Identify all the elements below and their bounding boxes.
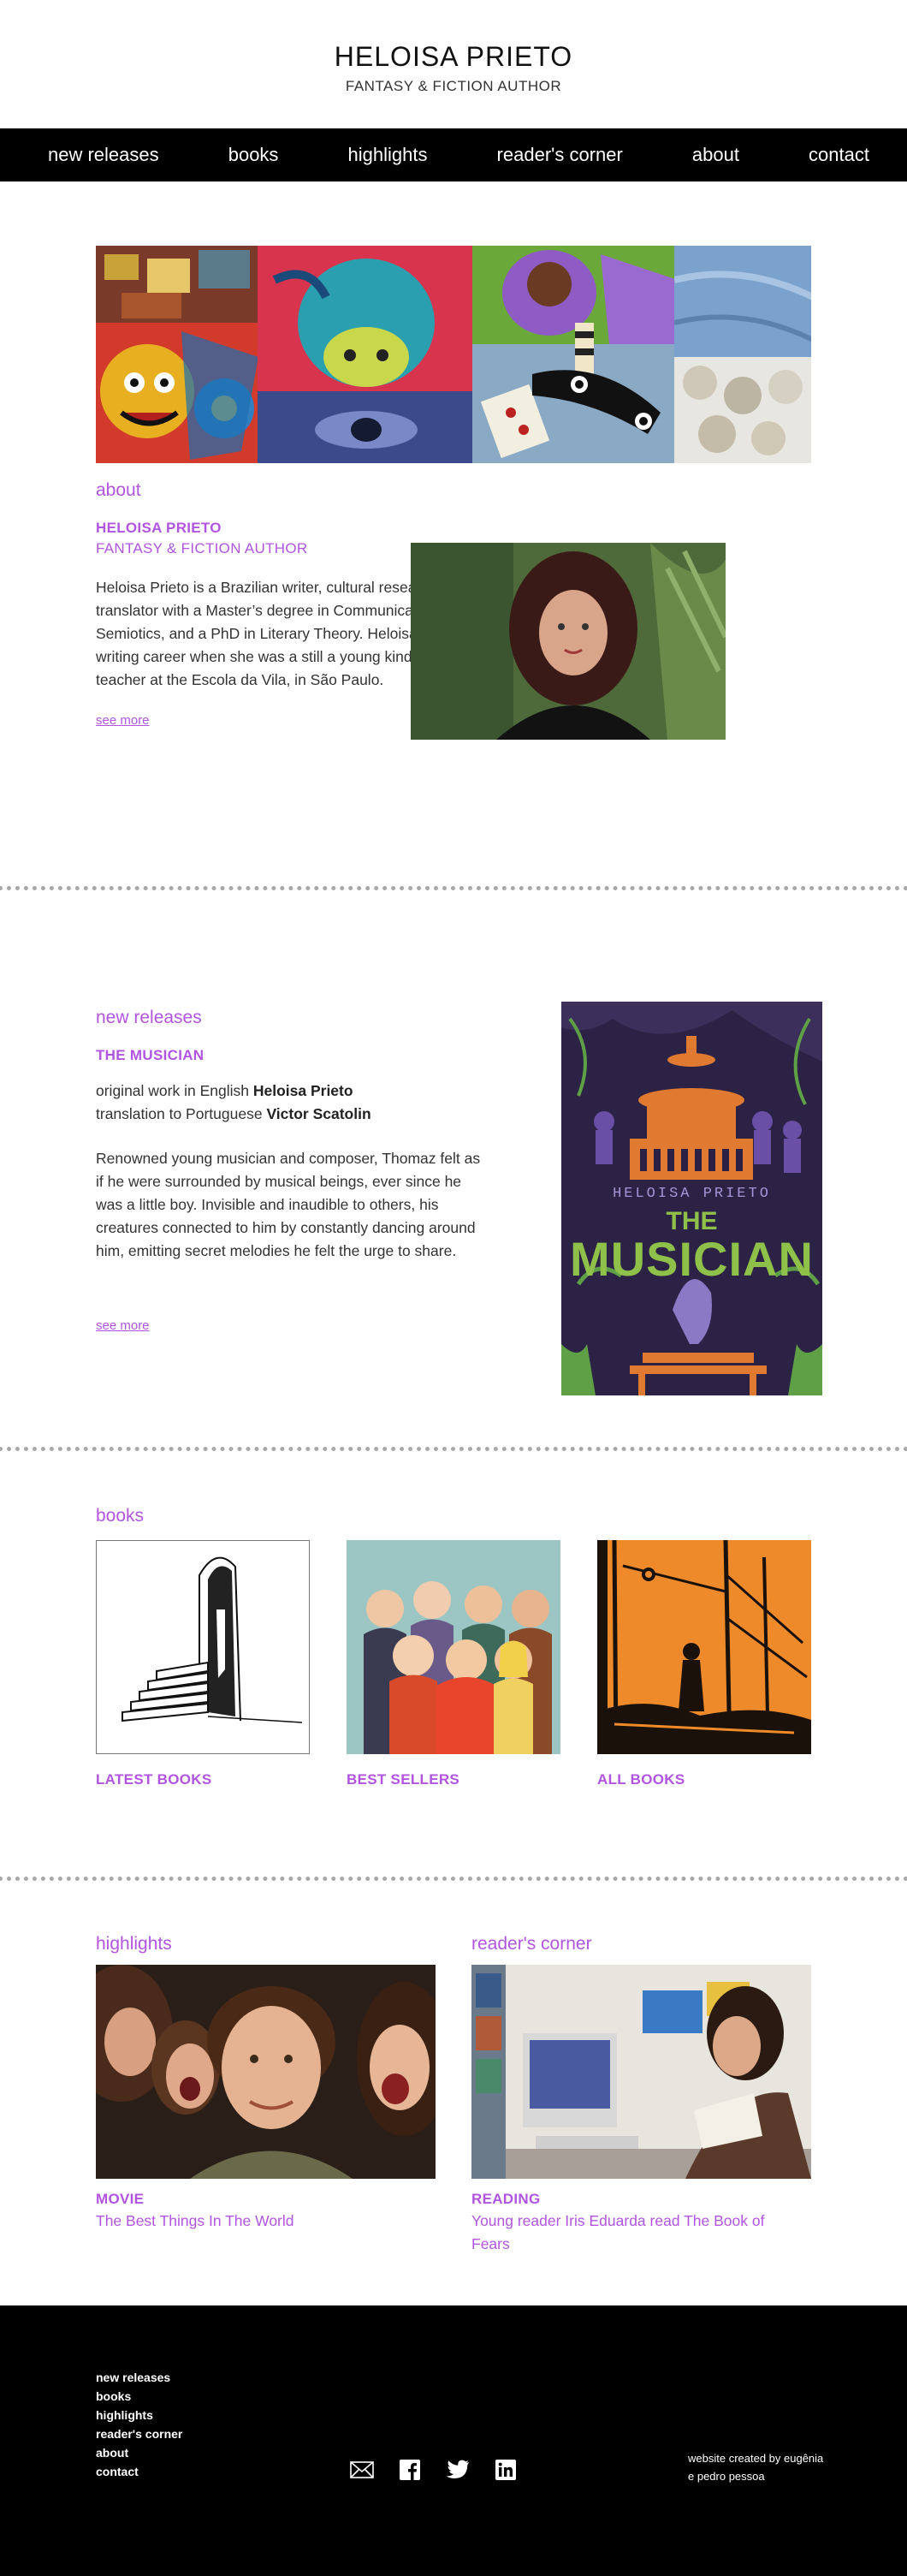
footer-link-readers-corner[interactable]: reader's corner [96,2427,182,2442]
credit-translator: Victor Scatolin [266,1105,371,1122]
author-name: HELOISA PRIETO [96,520,222,536]
highlight-category: MOVIE [96,2191,145,2207]
the-musician-cover[interactable]: HELOISA PRIETO THE MUSICIAN [561,1002,822,1395]
main-nav: new releases books highlights reader's c… [0,128,907,181]
highlight-card[interactable]: MOVIE The Best Things In The World [96,1965,436,2233]
all-books-label: ALL BOOKS [597,1771,685,1788]
latest-books-image [96,1540,310,1754]
highlight-title: The Best Things In The World [96,2212,294,2229]
credit-line-1: website created by eugênia [688,2452,824,2465]
credit-author: Heloisa Prieto [252,1082,353,1099]
readers-corner-image [471,1965,811,2179]
collage-tile-faces [258,246,472,463]
twitter-icon[interactable] [445,2458,471,2482]
release-synopsis: Renowned young musician and composer, Th… [96,1150,481,1259]
release-book-title: THE MUSICIAN [96,1047,205,1063]
readers-corner-category: READING [471,2191,541,2207]
readers-corner-section-title: reader's corner [471,1934,592,1954]
footer-link-new-releases[interactable]: new releases [96,2371,182,2385]
nav-readers-corner[interactable]: reader's corner [497,144,623,166]
footer-link-contact[interactable]: contact [96,2465,182,2479]
site-footer: new releases books highlights reader's c… [0,2305,907,2576]
facebook-icon[interactable] [397,2458,423,2482]
all-books-card[interactable]: ALL BOOKS [597,1540,811,1788]
cover-title: MUSICIAN [570,1232,814,1286]
footer-link-books[interactable]: books [96,2389,182,2404]
site-subtitle: FANTASY & FICTION AUTHOR [345,78,562,94]
nav-books[interactable]: books [228,144,279,166]
best-sellers-image [347,1540,560,1754]
about-see-more-link[interactable]: see more [96,713,150,728]
highlights-column: highlights MOVIE The Best Things In The … [96,1934,436,2256]
credit-original-label: original work in English [96,1082,253,1099]
highlight-movie-image [96,1965,436,2179]
highlights-grid: highlights MOVIE The Best Things In The … [96,1934,811,2256]
latest-books-card[interactable]: LATEST BOOKS [96,1540,310,1788]
author-photo [411,543,726,740]
footer-link-about[interactable]: about [96,2446,182,2460]
nav-new-releases[interactable]: new releases [48,144,159,166]
latest-books-label: LATEST BOOKS [96,1771,212,1788]
new-releases-section: new releases THE MUSICIAN original work … [0,890,907,1447]
nav-highlights[interactable]: highlights [348,144,428,166]
highlights-readers-section: highlights MOVIE The Best Things In The … [0,1881,907,2256]
cover-author: HELOISA PRIETO [613,1186,771,1202]
highlights-section-title: highlights [96,1934,172,1954]
about-section-title: about [96,480,141,500]
credit-translation-label: translation to Portuguese [96,1105,267,1122]
nav-contact[interactable]: contact [809,144,869,166]
site-header: HELOISA PRIETO FANTASY & FICTION AUTHOR [0,0,907,128]
collage-tile-denim [674,246,811,463]
site-credit: website created by eugênia e pedro pesso… [688,2449,823,2485]
site-title[interactable]: HELOISA PRIETO [0,41,907,73]
new-releases-section-title: new releases [96,1008,202,1027]
readers-corner-title: Young reader Iris Eduarda read The Book … [471,2212,765,2252]
release-credits: original work in English Heloisa Prieto … [96,1080,507,1126]
all-books-image [597,1540,811,1754]
collage-tile-skate [471,246,675,463]
credit-line-2: e pedro pessoa [688,2470,765,2483]
books-grid: LATEST BOOKS BEST SELLERS ALL BOOKS [96,1540,811,1788]
books-section: books LATEST BOOKS BEST SELLERS ALL BOOK… [0,1451,907,1877]
email-icon[interactable] [349,2458,375,2482]
readers-corner-column: reader's corner READING Young reader Iri… [471,1934,811,2256]
linkedin-icon[interactable] [493,2458,519,2482]
footer-link-highlights[interactable]: highlights [96,2408,182,2423]
footer-nav: new releases books highlights reader's c… [96,2371,182,2479]
best-sellers-card[interactable]: BEST SELLERS [347,1540,560,1788]
release-see-more-link[interactable]: see more [96,1318,150,1333]
books-section-title: books [96,1506,145,1526]
social-icons [349,2458,519,2482]
collage-tile-masks [96,246,258,463]
best-sellers-label: BEST SELLERS [347,1771,460,1788]
illustration-collage [96,246,811,463]
readers-corner-card[interactable]: READING Young reader Iris Eduarda read T… [471,1965,811,2256]
about-section: about HELOISA PRIETO FANTASY & FICTION A… [0,246,907,886]
nav-about[interactable]: about [692,144,739,166]
